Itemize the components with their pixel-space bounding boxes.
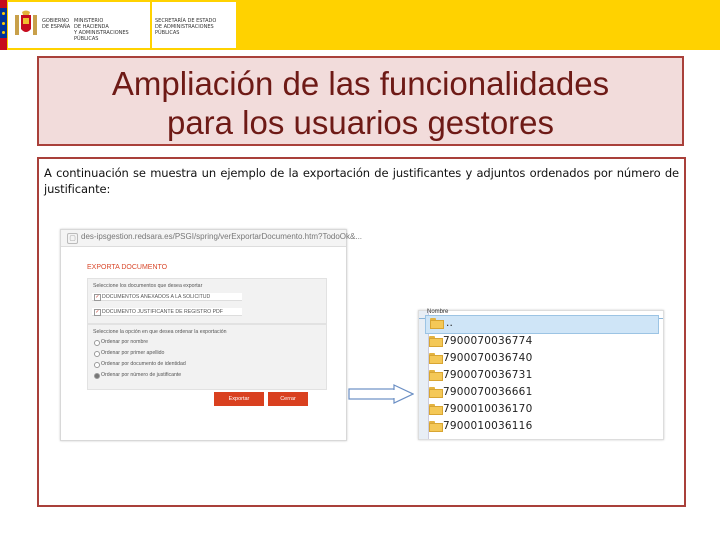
title-line-1: Ampliación de las funcionalidades	[111, 65, 610, 102]
doc-option-label-1: DOCUMENTOS ANEXADOS A LA SOLICITUD	[102, 294, 211, 300]
folder-icon	[429, 353, 443, 364]
order-radio-2[interactable]	[94, 351, 100, 357]
doc-option-checkbox-1[interactable]: ✓	[94, 294, 101, 301]
gov-line-2: DE ESPAÑA	[42, 24, 71, 30]
slide-title-box: Ampliación de las funcionalidades para l…	[37, 56, 684, 146]
spain-flag-stripe	[0, 0, 7, 50]
folder-icon	[429, 421, 443, 432]
folder-name-3: 7900070036731	[443, 369, 533, 381]
order-label-3: Ordenar por documento de identidad	[101, 361, 186, 367]
folder-name-2: 7900070036740	[443, 352, 533, 364]
ministry-line-3: Y ADMINISTRACIONES PÚBLICAS	[74, 30, 129, 42]
order-selection-panel: Seleccione la opción en que desea ordena…	[87, 324, 327, 390]
folder-name-6: 7900010036116	[443, 420, 533, 432]
document-selection-panel: Seleccione los documentos que desea expo…	[87, 278, 327, 324]
secretariat-logo: SECRETARÍA DE ESTADO DE ADMINISTRACIONES…	[152, 2, 236, 48]
order-label-4: Ordenar por número de justificante	[101, 372, 182, 378]
flow-arrow-icon	[348, 384, 414, 404]
folder-icon	[429, 404, 443, 415]
slide-description: A continuación se muestra un ejemplo de …	[44, 166, 679, 196]
folder-name-4: 7900070036661	[443, 386, 533, 398]
ministry-name: MINISTERIO DE HACIENDA Y ADMINISTRACIONE…	[74, 18, 150, 42]
eu-flag-icon	[0, 8, 7, 38]
order-radio-1[interactable]	[94, 340, 100, 346]
title-line-2: para los usuarios gestores	[166, 104, 555, 141]
close-button[interactable]: Cerrar	[268, 392, 308, 406]
docs-prompt: Seleccione los documentos que desea expo…	[93, 283, 203, 289]
coat-of-arms-icon	[15, 10, 37, 35]
doc-option-checkbox-2[interactable]: ✓	[94, 309, 101, 316]
parent-folder-row[interactable]: ..	[425, 315, 659, 334]
browser-address-bar: ▢ des-ipsgestion.redsara.es/PSGI/spring/…	[61, 230, 362, 247]
folder-list-screenshot: Nombre .. 7900070036774 7900070036740 79…	[418, 309, 664, 440]
secretariat-line-2: DE ADMINISTRACIONES PÚBLICAS	[155, 24, 214, 36]
order-prompt: Seleccione la opción en que desea ordena…	[93, 329, 227, 335]
slide-title: Ampliación de las funcionalidades para l…	[39, 64, 682, 142]
header-band: GOBIERNO DE ESPAÑA MINISTERIO DE HACIEND…	[0, 0, 720, 50]
secretariat-name: SECRETARÍA DE ESTADO DE ADMINISTRACIONES…	[155, 18, 236, 36]
order-radio-4[interactable]	[94, 373, 100, 379]
browser-url: des-ipsgestion.redsara.es/PSGI/spring/ve…	[81, 232, 363, 241]
export-section-title: EXPORTA DOCUMENTO	[87, 264, 168, 271]
order-label-1: Ordenar por nombre	[101, 339, 148, 345]
parent-folder-label: ..	[446, 317, 454, 329]
page-icon: ▢	[67, 233, 78, 244]
order-label-2: Ordenar por primer apellido	[101, 350, 165, 356]
order-radio-3[interactable]	[94, 362, 100, 368]
folder-icon	[429, 370, 443, 381]
export-button[interactable]: Exportar	[214, 392, 264, 406]
doc-option-label-2: DOCUMENTO JUSTIFICANTE DE REGISTRO PDF	[102, 309, 223, 315]
folder-icon	[429, 387, 443, 398]
export-dialog-screenshot: ▢ des-ipsgestion.redsara.es/PSGI/spring/…	[60, 229, 362, 441]
folder-name-1: 7900070036774	[443, 335, 533, 347]
folder-icon	[429, 336, 443, 347]
government-name: GOBIERNO DE ESPAÑA	[42, 18, 70, 30]
folder-icon	[430, 318, 444, 329]
government-logo: GOBIERNO DE ESPAÑA MINISTERIO DE HACIEND…	[8, 2, 150, 48]
folder-name-5: 7900010036170	[443, 403, 533, 415]
